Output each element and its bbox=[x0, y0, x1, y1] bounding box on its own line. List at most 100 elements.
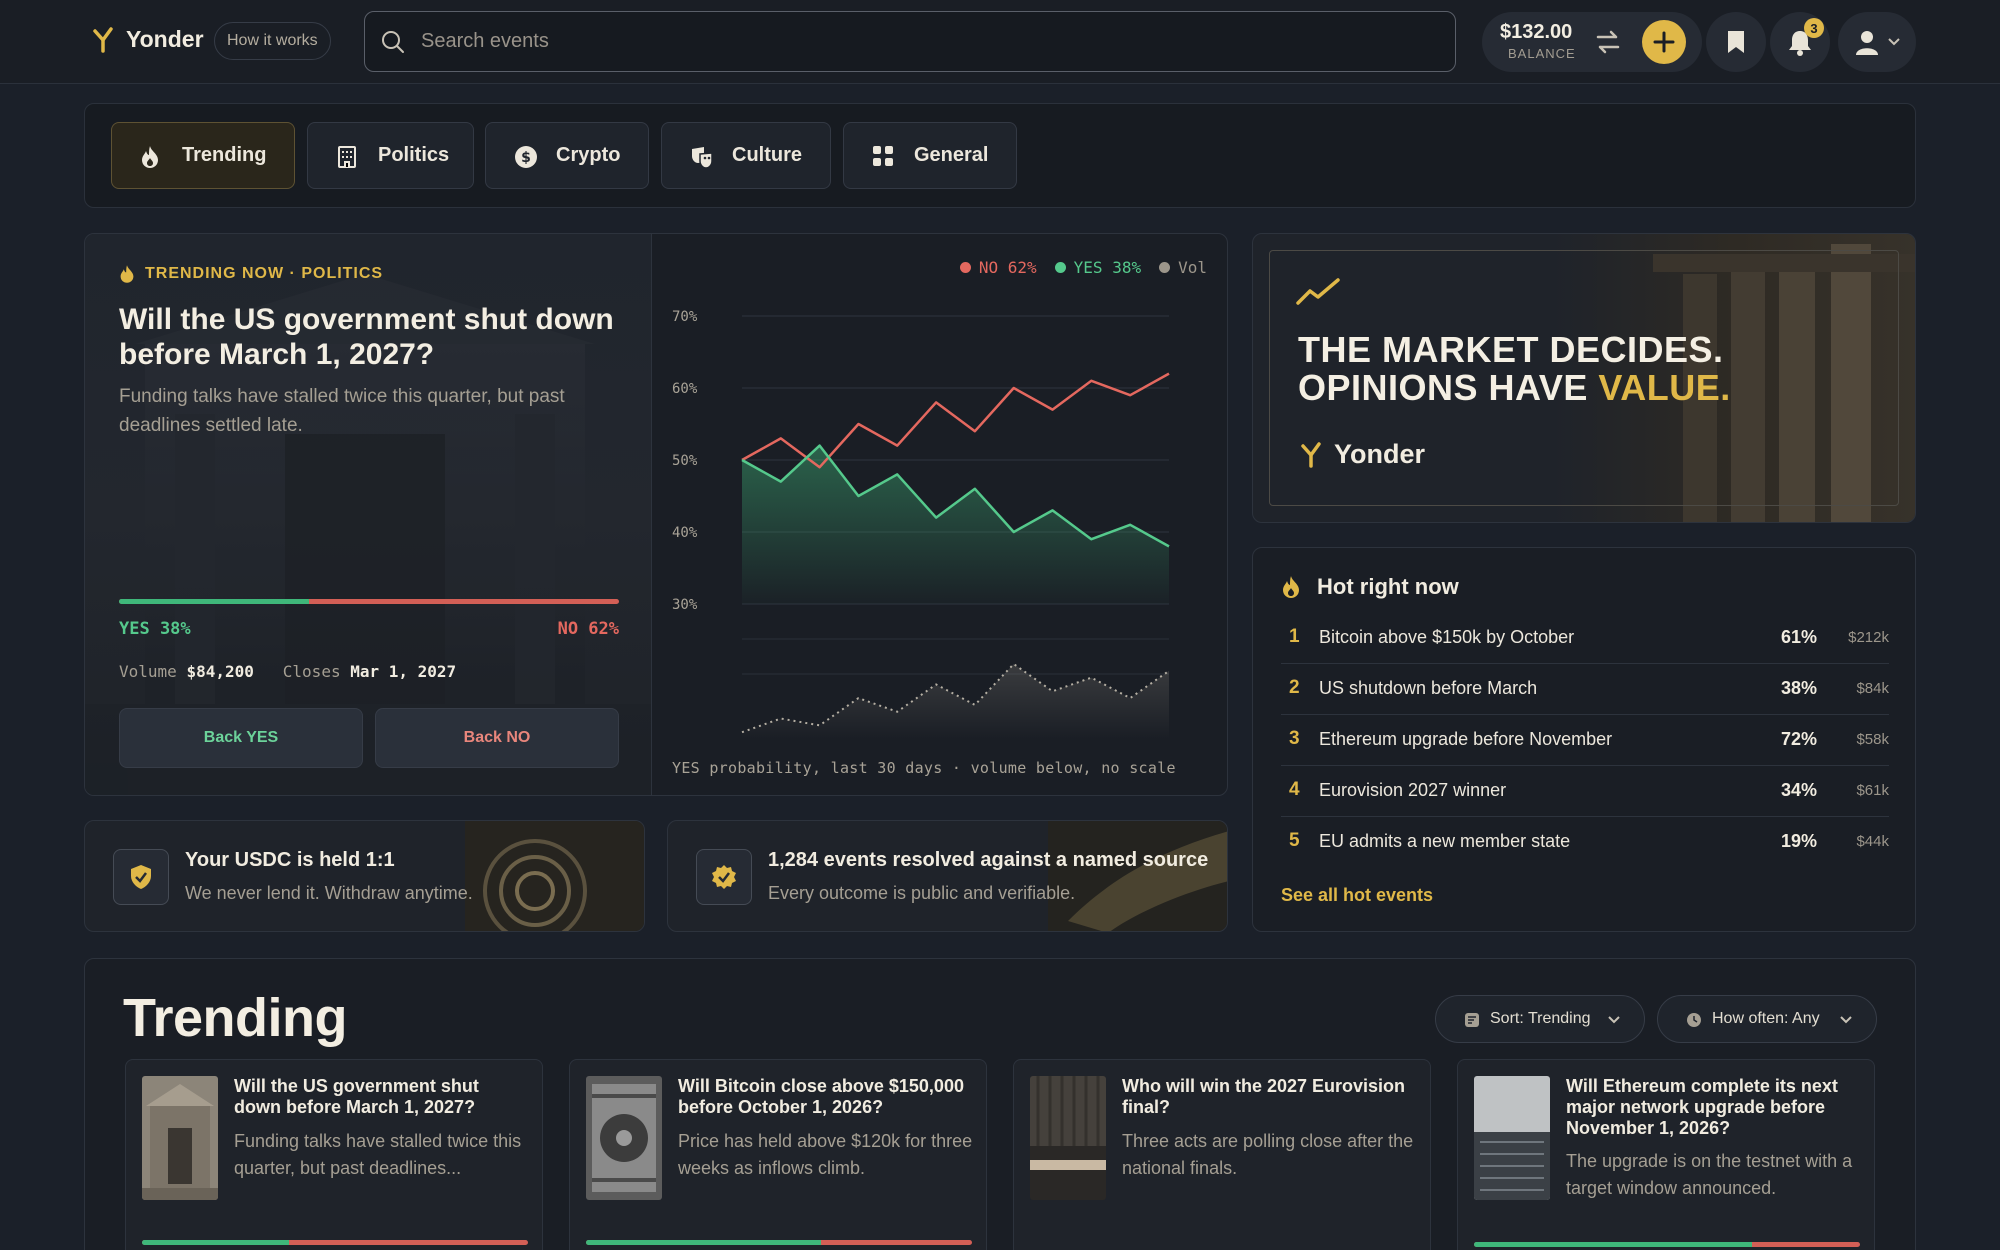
volume-value: $84,200 bbox=[186, 662, 254, 681]
trust-desc: Every outcome is public and verifiable. bbox=[768, 883, 1076, 903]
trending-card-yes-fill bbox=[142, 1240, 289, 1245]
y-tick-label: 60% bbox=[672, 381, 698, 397]
trending-card[interactable]: Will Ethereum complete its next major ne… bbox=[1457, 1059, 1875, 1250]
category-tab-crypto[interactable]: $ Crypto bbox=[485, 122, 649, 189]
ornament-image bbox=[465, 821, 644, 931]
hot-rank: 5 bbox=[1289, 830, 1300, 851]
hot-item[interactable]: 3 Ethereum upgrade before November 72% $… bbox=[1281, 716, 1889, 766]
hot-pct: 19% bbox=[1780, 831, 1817, 851]
shield-badge bbox=[113, 849, 169, 905]
hot-vol: $58k bbox=[1856, 731, 1889, 748]
y-tick-label: 70% bbox=[672, 309, 698, 325]
hot-title: Hot right now bbox=[1317, 574, 1459, 599]
promo-headline: THE MARKET DECIDES. OPINIONS HAVE VALUE. bbox=[1298, 331, 1731, 407]
svg-text:$: $ bbox=[521, 150, 531, 166]
trending-section: Trending Sort: Trending How often: Any W… bbox=[84, 958, 1916, 1250]
brand-name: Yonder bbox=[126, 26, 204, 52]
verified-badge bbox=[696, 849, 752, 905]
trending-card[interactable]: Will Bitcoin close above $150,000 before… bbox=[569, 1059, 987, 1250]
brand-logo[interactable]: Yonder bbox=[92, 26, 204, 53]
flame-icon bbox=[1283, 576, 1299, 598]
hot-rank: 3 bbox=[1289, 728, 1300, 749]
hot-item[interactable]: 4 Eurovision 2027 winner 34% $61k bbox=[1281, 767, 1889, 817]
hero-tag-text: TRENDING NOW · POLITICS bbox=[145, 265, 384, 282]
trending-card-title: Will Ethereum complete its next major ne… bbox=[1566, 1076, 1838, 1138]
hero-tag: TRENDING NOW · POLITICS bbox=[119, 264, 383, 284]
hot-vol: $212k bbox=[1848, 629, 1889, 646]
user-icon bbox=[1856, 31, 1878, 55]
category-tab-general[interactable]: General bbox=[843, 122, 1017, 189]
flame-icon bbox=[120, 265, 134, 283]
flame-icon bbox=[142, 146, 158, 168]
hot-pct: 38% bbox=[1780, 678, 1817, 698]
see-all-hot-link[interactable]: See all hot events bbox=[1281, 885, 1433, 906]
plus-icon bbox=[1653, 31, 1675, 53]
hot-item[interactable]: 1 Bitcoin above $150k by October 61% $21… bbox=[1281, 614, 1889, 664]
category-tab-trending[interactable]: Trending bbox=[111, 122, 295, 189]
clock-icon bbox=[1687, 1013, 1701, 1027]
back-no-button[interactable]: Back NO bbox=[375, 708, 619, 768]
promo-brand: Yonder bbox=[1300, 439, 1425, 470]
search-bar[interactable] bbox=[364, 11, 1456, 72]
chevron-down-icon bbox=[1608, 1016, 1620, 1024]
how-it-works-button[interactable]: How it works bbox=[214, 22, 331, 60]
hot-vol: $44k bbox=[1856, 833, 1889, 850]
shield-check-icon bbox=[131, 865, 151, 889]
sort-dropdown[interactable]: Sort: Trending bbox=[1435, 995, 1645, 1043]
volume-area bbox=[742, 664, 1169, 739]
back-yes-button[interactable]: Back YES bbox=[119, 708, 363, 768]
mining-rig-thumbnail bbox=[586, 1076, 662, 1200]
promo-line-1: THE MARKET DECIDES. bbox=[1298, 329, 1724, 370]
hero-no-label: NO 62% bbox=[557, 619, 619, 639]
trending-card-bar bbox=[1474, 1242, 1860, 1247]
hot-item[interactable]: 2 US shutdown before March 38% $84k bbox=[1281, 665, 1889, 715]
hot-pct: 34% bbox=[1780, 780, 1817, 800]
map-texture-image bbox=[1048, 821, 1227, 931]
y-tick-label: 30% bbox=[672, 597, 698, 613]
balance-widget: $132.00 BALANCE bbox=[1482, 12, 1702, 72]
hot-rank: 4 bbox=[1289, 779, 1300, 800]
notifications-button[interactable]: 3 bbox=[1770, 12, 1830, 72]
category-label: Trending bbox=[182, 144, 267, 166]
frequency-dropdown[interactable]: How often: Any bbox=[1657, 995, 1877, 1043]
trending-card-yes-fill bbox=[586, 1240, 822, 1245]
category-tab-politics[interactable]: Politics bbox=[307, 122, 474, 189]
trending-card[interactable]: Will the US government shut down before … bbox=[125, 1059, 543, 1250]
trust-card-usdc: Your USDC is held 1:1 We never lend it. … bbox=[84, 820, 645, 932]
chart-svg: 70% 60% 50% 40% 30% bbox=[672, 309, 1170, 739]
promo-frame: THE MARKET DECIDES. OPINIONS HAVE VALUE.… bbox=[1269, 250, 1899, 506]
yonder-logo-icon bbox=[93, 26, 113, 53]
bookmarks-button[interactable] bbox=[1706, 12, 1766, 72]
deposit-button[interactable] bbox=[1642, 20, 1686, 64]
trending-card[interactable]: Who will win the 2027 Eurovision final? … bbox=[1013, 1059, 1431, 1250]
bookmark-icon bbox=[1728, 31, 1744, 53]
hot-right-now-panel: Hot right now 1 Bitcoin above $150k by O… bbox=[1252, 547, 1916, 932]
trending-card-title: Who will win the 2027 Eurovision final? bbox=[1122, 1076, 1406, 1117]
closes-value: Mar 1, 2027 bbox=[350, 662, 457, 681]
building-icon bbox=[338, 146, 356, 168]
balance-label: BALANCE bbox=[1508, 46, 1576, 61]
y-tick-label: 40% bbox=[672, 525, 698, 541]
hot-title-text: EU admits a new member state bbox=[1319, 831, 1571, 851]
sort-icon bbox=[1465, 1013, 1479, 1027]
closes-label: Closes bbox=[282, 662, 341, 681]
promo-brand-name: Yonder bbox=[1334, 439, 1426, 469]
swap-icon[interactable] bbox=[1594, 28, 1622, 56]
hero-title[interactable]: Will the US government shut down before … bbox=[119, 302, 619, 372]
user-menu-button[interactable] bbox=[1838, 12, 1916, 72]
hero-yes-fill bbox=[119, 599, 309, 604]
hot-title-text: Bitcoin above $150k by October bbox=[1319, 627, 1575, 647]
balance-amount: $132.00 bbox=[1500, 21, 1573, 43]
government-building-thumbnail bbox=[142, 1076, 218, 1200]
chevron-down-icon bbox=[1840, 1016, 1852, 1024]
volume-label: Volume bbox=[119, 662, 177, 681]
masks-icon bbox=[692, 147, 713, 169]
hero-market-card: TRENDING NOW · POLITICS Will the US gove… bbox=[84, 233, 1228, 796]
trust-desc: We never lend it. Withdraw anytime. bbox=[185, 883, 473, 903]
hot-item[interactable]: 5 EU admits a new member state 19% $44k bbox=[1281, 818, 1889, 868]
promo-card: THE MARKET DECIDES. OPINIONS HAVE VALUE.… bbox=[1252, 233, 1916, 523]
stage-thumbnail bbox=[1030, 1076, 1106, 1200]
category-tab-culture[interactable]: Culture bbox=[661, 122, 831, 189]
search-input[interactable] bbox=[421, 12, 1421, 70]
probability-chart: NO 62% YES 38% Vol 70% 60% 50% 40% 30% YES p… bbox=[652, 234, 1227, 795]
